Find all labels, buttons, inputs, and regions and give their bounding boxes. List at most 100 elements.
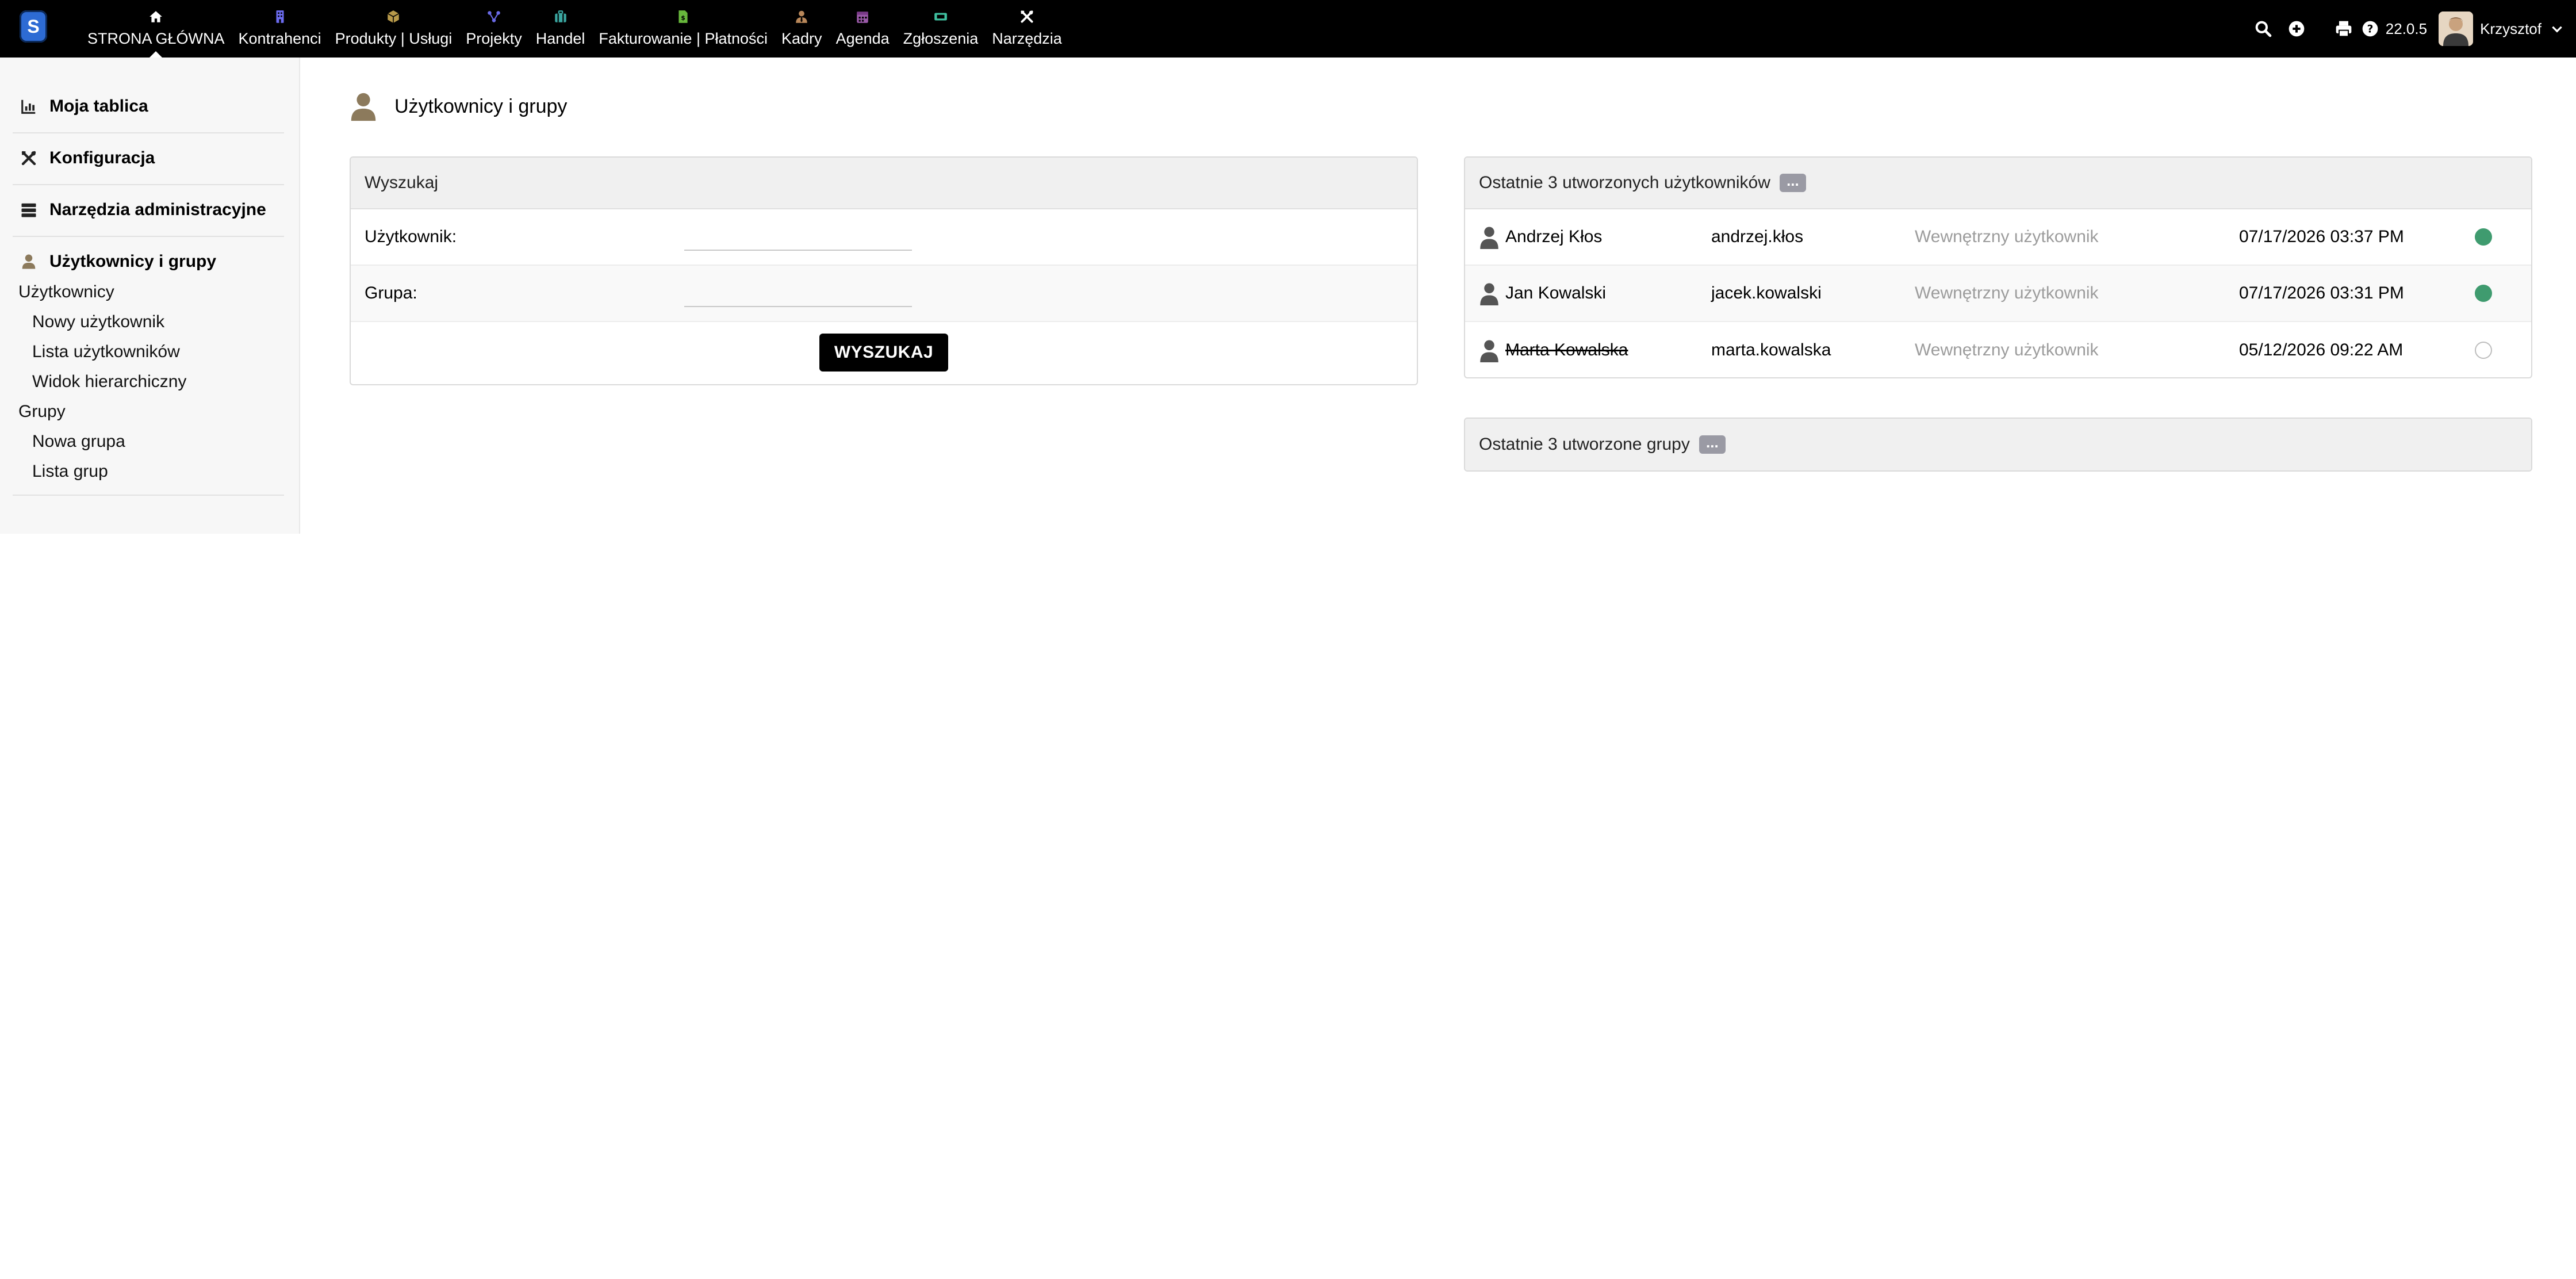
search-icon[interactable] xyxy=(2247,0,2280,58)
sidebar-item-dashboard[interactable]: Moja tablica xyxy=(13,81,284,132)
menu-item-tickets[interactable]: Zgłoszenia xyxy=(896,0,986,58)
app-logo-letter: S xyxy=(27,16,40,37)
status-active-icon xyxy=(2475,285,2492,302)
sidebar-link-new-user[interactable]: Nowy użytkownik xyxy=(13,307,284,337)
sidebar-item-admin-tools[interactable]: Narzędzia administracyjne xyxy=(13,184,284,236)
building-icon xyxy=(273,7,288,26)
main-menu: STRONA GŁÓWNA Kontrahenci Produkty | Usł… xyxy=(80,0,1069,58)
menu-item-agenda[interactable]: Agenda xyxy=(829,0,896,58)
user-link[interactable]: Andrzej Kłos xyxy=(1465,225,1711,249)
home-icon xyxy=(148,7,163,26)
menu-item-label: Kadry xyxy=(781,30,822,47)
user-link[interactable]: Marta Kowalska xyxy=(1465,338,1711,362)
menu-item-projects[interactable]: Projekty xyxy=(459,0,529,58)
server-icon xyxy=(17,198,40,221)
menu-item-home[interactable]: STRONA GŁÓWNA xyxy=(80,0,232,58)
recent-users-title: Ostatnie 3 utworzonych użytkowników xyxy=(1479,173,1770,192)
user-login: marta.kowalska xyxy=(1711,340,1831,359)
search-actions: WYSZUKAJ xyxy=(351,322,1417,383)
status-inactive-icon xyxy=(2475,342,2492,359)
ticket-icon xyxy=(933,7,948,26)
user-type: Wewnętrzny użytkownik xyxy=(1915,227,2099,246)
left-sidebar: Moja tablica Konfiguracja Narzędzia admi… xyxy=(0,58,300,534)
top-right-toolbar: ? 22.0.5 Krzysztof xyxy=(2247,0,2576,58)
user-icon xyxy=(1480,340,1498,362)
sidebar-link-hierarchy[interactable]: Widok hierarchiczny xyxy=(13,367,284,397)
menu-item-commercial[interactable]: Handel xyxy=(529,0,592,58)
status-indicator xyxy=(2474,228,2493,246)
menu-item-thirdparties[interactable]: Kontrahenci xyxy=(232,0,328,58)
cube-icon xyxy=(386,7,401,26)
user-icon xyxy=(1480,283,1498,305)
sidebar-item-label: Użytkownicy i grupy xyxy=(49,252,217,271)
recent-users-panel: Ostatnie 3 utworzonych użytkowników ... … xyxy=(1464,156,2532,378)
recent-users-more-button[interactable]: ... xyxy=(1779,173,1806,192)
help-icon[interactable]: ? xyxy=(2357,0,2383,58)
user-avatar[interactable] xyxy=(2439,12,2474,46)
sidebar-link-users[interactable]: Użytkownicy xyxy=(13,277,284,307)
sidebar-link-groups[interactable]: Grupy xyxy=(13,397,284,427)
user-type: Wewnętrzny użytkownik xyxy=(1915,340,2099,359)
sidebar-link-new-group[interactable]: Nowa grupa xyxy=(13,427,284,457)
menu-item-label: Fakturowanie | Płatności xyxy=(599,30,768,47)
user-link[interactable]: Jan Kowalski xyxy=(1465,281,1711,305)
status-indicator xyxy=(2474,285,2493,302)
page-title-text: Użytkownicy i grupy xyxy=(394,95,568,117)
menu-item-label: Zgłoszenia xyxy=(903,30,979,47)
print-icon[interactable] xyxy=(2330,0,2357,58)
add-circle-icon[interactable] xyxy=(2280,0,2313,58)
recent-groups-title: Ostatnie 3 utworzone grupy xyxy=(1479,435,1690,454)
recent-users-header: Ostatnie 3 utworzonych użytkowników ... xyxy=(1465,158,2531,209)
sitemap-icon xyxy=(486,7,501,26)
menu-item-label: Handel xyxy=(535,30,585,47)
search-user-row: Użytkownik: xyxy=(351,209,1417,266)
sidebar-item-label: Konfiguracja xyxy=(49,148,155,167)
tools-icon xyxy=(17,147,40,170)
user-icon xyxy=(1480,227,1498,249)
sidebar-section-users-groups: Użytkownicy i grupy Użytkownicy Nowy uży… xyxy=(13,236,284,496)
top-navigation-bar: S STRONA GŁÓWNA Kontrahenci Produkty | U… xyxy=(0,0,2576,58)
page-title: Użytkownicy i grupy xyxy=(350,91,567,122)
menu-item-label: Produkty | Usługi xyxy=(335,30,453,47)
user-type: Wewnętrzny użytkownik xyxy=(1915,284,2099,302)
menu-item-products[interactable]: Produkty | Usługi xyxy=(328,0,459,58)
calendar-icon xyxy=(855,7,870,26)
recent-groups-header: Ostatnie 3 utworzone grupy ... xyxy=(1465,419,2531,470)
suitcase-icon xyxy=(553,7,568,26)
menu-item-label: Projekty xyxy=(466,30,522,47)
invoice-icon: $ xyxy=(676,7,691,26)
sidebar-section-config: Konfiguracja xyxy=(13,132,284,185)
app-logo[interactable]: S xyxy=(20,10,47,43)
user-name[interactable]: Krzysztof xyxy=(2480,20,2542,38)
user-login: andrzej.kłos xyxy=(1711,227,1804,246)
search-user-input[interactable] xyxy=(684,223,912,251)
sidebar-link-group-list[interactable]: Lista grup xyxy=(13,457,284,487)
recent-groups-panel: Ostatnie 3 utworzone grupy ... xyxy=(1464,418,2532,472)
table-row: Jan Kowalski jacek.kowalski Wewnętrzny u… xyxy=(1465,266,2531,322)
sidebar-section-dashboard: Moja tablica xyxy=(13,81,284,133)
recent-groups-more-button[interactable]: ... xyxy=(1699,435,1726,454)
menu-item-tools[interactable]: Narzędzia xyxy=(985,0,1069,58)
sidebar-section-admin-tools: Narzędzia administracyjne xyxy=(13,184,284,237)
search-button[interactable]: WYSZUKAJ xyxy=(819,334,948,372)
user-icon xyxy=(17,250,40,273)
menu-item-label: STRONA GŁÓWNA xyxy=(87,30,225,47)
user-icon xyxy=(351,93,376,121)
search-user-label: Użytkownik: xyxy=(365,227,457,246)
sidebar-link-user-list[interactable]: Lista użytkowników xyxy=(13,337,284,367)
user-full-name: Marta Kowalska xyxy=(1505,340,1628,359)
search-group-row: Grupa: xyxy=(351,266,1417,322)
status-indicator xyxy=(2474,342,2493,359)
chevron-down-icon[interactable] xyxy=(2547,19,2567,39)
search-group-input[interactable] xyxy=(684,279,912,307)
user-created-date: 07/17/2026 03:37 PM xyxy=(2239,227,2404,246)
search-panel-title: Wyszukaj xyxy=(351,158,1417,209)
version-label: 22.0.5 xyxy=(2385,20,2428,37)
search-group-label: Grupa: xyxy=(365,284,417,302)
sidebar-item-config[interactable]: Konfiguracja xyxy=(13,132,284,184)
menu-item-billing[interactable]: $ Fakturowanie | Płatności xyxy=(592,0,775,58)
menu-item-hr[interactable]: Kadry xyxy=(775,0,829,58)
user-full-name: Andrzej Kłos xyxy=(1505,227,1603,246)
svg-text:?: ? xyxy=(2367,24,2373,36)
